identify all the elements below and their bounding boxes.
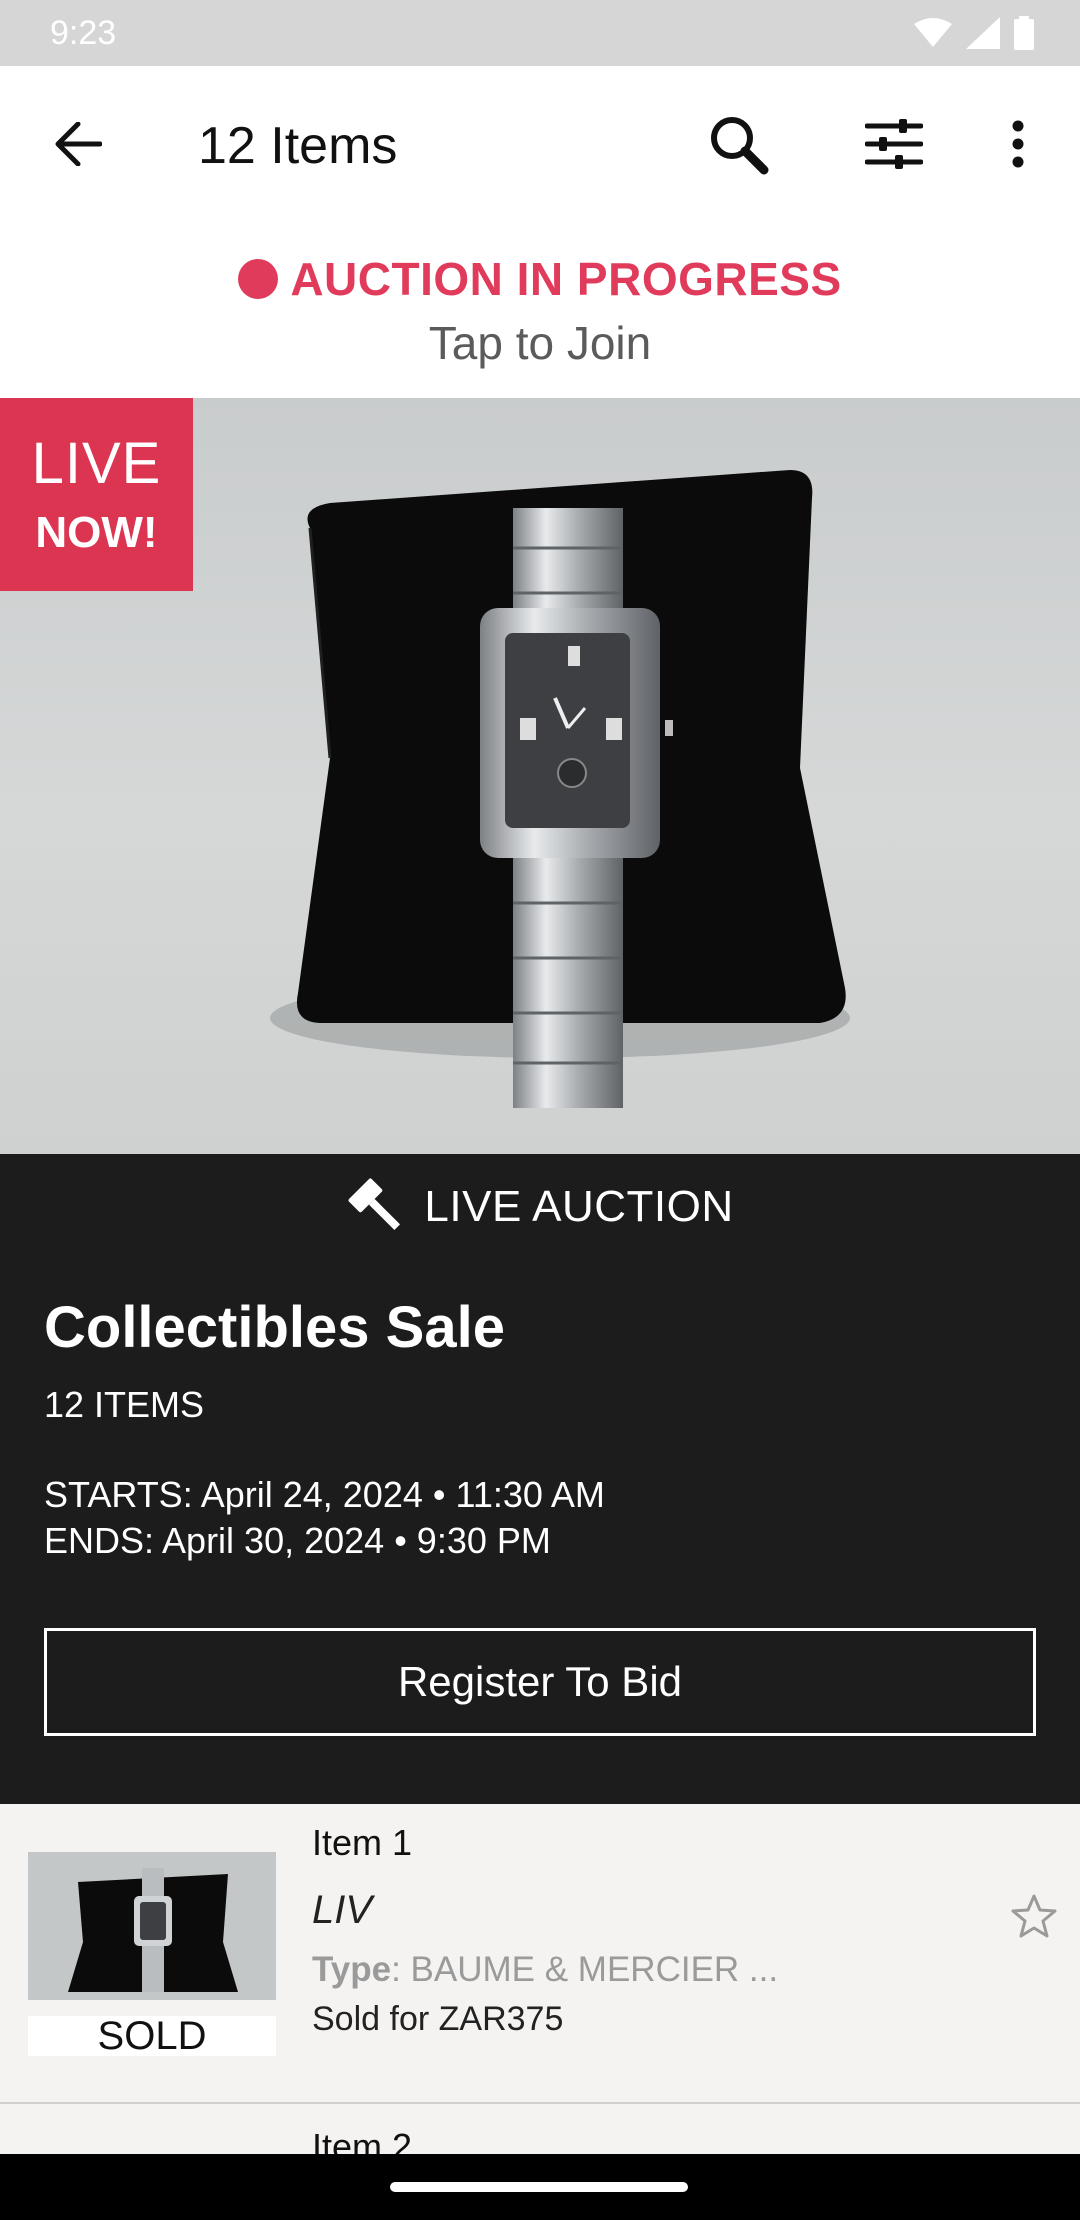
- arrow-left-icon: [55, 122, 102, 166]
- status-time: 9:23: [50, 14, 117, 52]
- star-outline-icon: [1011, 1894, 1057, 1938]
- auction-in-progress-banner[interactable]: AUCTION IN PROGRESS Tap to Join: [0, 222, 1080, 398]
- live-dot-icon: [238, 259, 279, 299]
- live-auction-label: LIVE AUCTION: [424, 1182, 734, 1231]
- status-bar: 9:23: [0, 0, 1080, 66]
- items-count: 12 ITEMS: [44, 1384, 205, 1425]
- home-gesture-handle[interactable]: [390, 2182, 688, 2192]
- sliders-icon: [865, 119, 923, 169]
- live-badge-bottom-text: NOW!: [35, 508, 158, 557]
- item-subtitle: LIV: [312, 1888, 373, 1932]
- app-bar: 12 Items: [0, 66, 1080, 222]
- live-now-badge: LIVE NOW!: [0, 398, 193, 591]
- item-sold-price: Sold for ZAR375: [312, 2000, 564, 2038]
- battery-icon: [1014, 16, 1034, 50]
- auction-status-text: AUCTION IN PROGRESS: [290, 253, 842, 305]
- search-button[interactable]: [700, 106, 776, 182]
- start-date: STARTS: April 24, 2024 • 11:30 AM: [44, 1474, 605, 1515]
- signal-icon: [966, 17, 1000, 49]
- end-date: ENDS: April 30, 2024 • 9:30 PM: [44, 1520, 551, 1561]
- item-type-key: Type: [312, 1950, 392, 1989]
- search-icon: [711, 117, 769, 175]
- status-icons: [914, 16, 1034, 50]
- wifi-icon: [914, 18, 952, 47]
- item-type-value: : BAUME & MERCIER ...: [391, 1950, 779, 1989]
- system-nav-bar: [0, 2154, 1080, 2220]
- item-type: Type: BAUME & MERCIER ...: [312, 1950, 778, 1990]
- sale-title: Collectibles Sale: [44, 1295, 505, 1360]
- live-badge-top-text: LIVE: [31, 431, 162, 496]
- auction-hero-image[interactable]: LIVE NOW!: [0, 398, 1080, 1154]
- filter-button[interactable]: [856, 106, 932, 182]
- auction-status-row: AUCTION IN PROGRESS: [0, 252, 1080, 306]
- item-name: Item 1: [312, 1822, 413, 1863]
- auction-info-panel: LIVE AUCTION Collectibles Sale 12 ITEMS …: [0, 1154, 1080, 1804]
- register-to-bid-button[interactable]: Register To Bid: [44, 1628, 1036, 1736]
- item-thumbnail: [28, 1852, 276, 2000]
- favorite-button[interactable]: [1004, 1886, 1064, 1946]
- back-button[interactable]: [44, 110, 112, 178]
- list-item[interactable]: SOLD Item 1 LIV Type: BAUME & MERCIER ..…: [0, 1804, 1080, 2104]
- watch-thumbnail-image: [28, 1852, 276, 2000]
- item-list: SOLD Item 1 LIV Type: BAUME & MERCIER ..…: [0, 1804, 1080, 2167]
- more-options-button[interactable]: [990, 106, 1046, 182]
- gavel-icon: [348, 1178, 401, 1231]
- live-auction-label-row: LIVE AUCTION: [0, 1176, 1080, 1238]
- more-vertical-icon: [1012, 120, 1024, 168]
- page-title: 12 Items: [198, 117, 398, 175]
- tap-to-join-text: Tap to Join: [428, 317, 652, 369]
- sold-tag: SOLD: [28, 2016, 276, 2056]
